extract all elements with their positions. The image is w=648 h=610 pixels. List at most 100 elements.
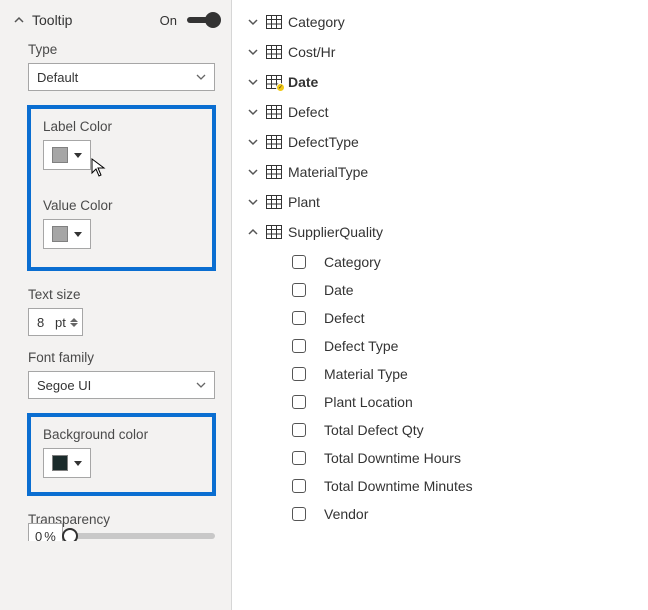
field-row[interactable]: Plant	[246, 188, 642, 216]
caret-down-icon	[74, 153, 82, 158]
field-checkbox-row[interactable]: Category	[292, 248, 642, 276]
label-color-label: Label Color	[43, 119, 200, 134]
section-title: Tooltip	[32, 12, 154, 28]
transparency-value: 0	[35, 529, 42, 542]
font-family-dropdown[interactable]: Segoe UI	[28, 371, 215, 399]
toggle-knob	[205, 12, 221, 28]
checkbox[interactable]	[292, 255, 306, 269]
font-family-group: Font family Segoe UI	[28, 350, 215, 399]
field-name: Date	[288, 74, 318, 90]
value-color-picker[interactable]	[43, 219, 91, 249]
field-checkbox-row[interactable]: Defect Type	[292, 332, 642, 360]
field-row[interactable]: Category	[246, 8, 642, 36]
chevron-down-icon	[196, 380, 206, 390]
field-name: DefectType	[288, 134, 359, 150]
checkbox[interactable]	[292, 507, 306, 521]
sub-field-name: Total Downtime Hours	[324, 450, 461, 466]
table-icon	[266, 105, 282, 119]
field-checkbox-row[interactable]: Defect	[292, 304, 642, 332]
sub-field-name: Plant Location	[324, 394, 413, 410]
chevron-down-icon	[196, 72, 206, 82]
field-name: Defect	[288, 104, 328, 120]
tooltip-toggle[interactable]	[187, 17, 219, 23]
field-row[interactable]: Cost/Hr	[246, 38, 642, 66]
type-label: Type	[28, 42, 215, 57]
transparency-group: Transparency 0 %	[28, 512, 215, 541]
transparency-unit: %	[44, 529, 56, 542]
field-name: Cost/Hr	[288, 44, 335, 60]
chevron-down-icon	[246, 195, 260, 209]
field-name: Category	[288, 14, 345, 30]
date-table-icon	[266, 75, 282, 89]
field-checkbox-row[interactable]: Date	[292, 276, 642, 304]
font-family-label: Font family	[28, 350, 215, 365]
checkbox[interactable]	[292, 451, 306, 465]
checkbox[interactable]	[292, 339, 306, 353]
label-color-picker[interactable]	[43, 140, 91, 170]
transparency-slider[interactable]	[69, 533, 215, 539]
chevron-down-icon	[246, 135, 260, 149]
sub-field-name: Category	[324, 254, 381, 270]
bg-color-picker[interactable]	[43, 448, 91, 478]
tooltip-body: Type Default Label Color	[0, 36, 231, 555]
field-checkbox-row[interactable]: Plant Location	[292, 388, 642, 416]
checkbox[interactable]	[292, 423, 306, 437]
checkbox[interactable]	[292, 283, 306, 297]
text-size-label: Text size	[28, 287, 215, 302]
colors-highlight: Label Color Value Color	[27, 105, 216, 271]
field-row[interactable]: DefectType	[246, 128, 642, 156]
formatting-pane: Tooltip On Type Default Label Color	[0, 0, 232, 610]
table-icon	[266, 195, 282, 209]
text-size-input[interactable]: pt	[28, 308, 83, 336]
field-row[interactable]: SupplierQuality	[246, 218, 642, 246]
fields-pane: Category Cost/Hr Date Defect DefectType Mater…	[232, 0, 648, 610]
bg-color-label: Background color	[43, 427, 200, 442]
sub-field-name: Date	[324, 282, 354, 298]
tooltip-section-header[interactable]: Tooltip On	[0, 4, 231, 36]
table-icon	[266, 15, 282, 29]
field-name: MaterialType	[288, 164, 368, 180]
field-checkbox-row[interactable]: Total Defect Qty	[292, 416, 642, 444]
field-row[interactable]: Date	[246, 68, 642, 96]
value-color-label: Value Color	[43, 198, 200, 213]
table-icon	[266, 225, 282, 239]
color-swatch-icon	[52, 455, 68, 471]
field-checkbox-row[interactable]: Total Downtime Minutes	[292, 472, 642, 500]
checkbox[interactable]	[292, 367, 306, 381]
transparency-input[interactable]: 0 %	[28, 523, 63, 541]
type-group: Type Default	[28, 42, 215, 91]
color-swatch-icon	[52, 147, 68, 163]
text-size-value[interactable]	[37, 315, 55, 330]
text-size-unit: pt	[55, 315, 66, 330]
slider-handle-icon	[62, 528, 78, 541]
field-name: SupplierQuality	[288, 224, 383, 240]
sub-field-name: Total Downtime Minutes	[324, 478, 473, 494]
field-checkbox-row[interactable]: Total Downtime Hours	[292, 444, 642, 472]
field-checkbox-row[interactable]: Material Type	[292, 360, 642, 388]
table-icon	[266, 165, 282, 179]
sub-field-name: Material Type	[324, 366, 408, 382]
chevron-down-icon	[246, 165, 260, 179]
field-row[interactable]: MaterialType	[246, 158, 642, 186]
type-dropdown[interactable]: Default	[28, 63, 215, 91]
chevron-down-icon	[246, 45, 260, 59]
stepper-down-icon	[70, 323, 78, 327]
caret-down-icon	[74, 232, 82, 237]
stepper-up-icon	[70, 318, 78, 322]
font-family-value: Segoe UI	[37, 378, 196, 393]
table-icon	[266, 45, 282, 59]
chevron-up-icon	[12, 13, 26, 27]
text-size-stepper[interactable]	[70, 318, 78, 327]
field-checkbox-row[interactable]: Vendor	[292, 500, 642, 528]
caret-down-icon	[74, 461, 82, 466]
sub-fields: Category Date Defect Defect Type Material Ty…	[246, 248, 642, 528]
toggle-label: On	[160, 13, 177, 28]
checkbox[interactable]	[292, 395, 306, 409]
checkbox[interactable]	[292, 479, 306, 493]
checkbox[interactable]	[292, 311, 306, 325]
sub-field-name: Defect Type	[324, 338, 398, 354]
field-row[interactable]: Defect	[246, 98, 642, 126]
chevron-down-icon	[246, 15, 260, 29]
type-value: Default	[37, 70, 196, 85]
color-swatch-icon	[52, 226, 68, 242]
